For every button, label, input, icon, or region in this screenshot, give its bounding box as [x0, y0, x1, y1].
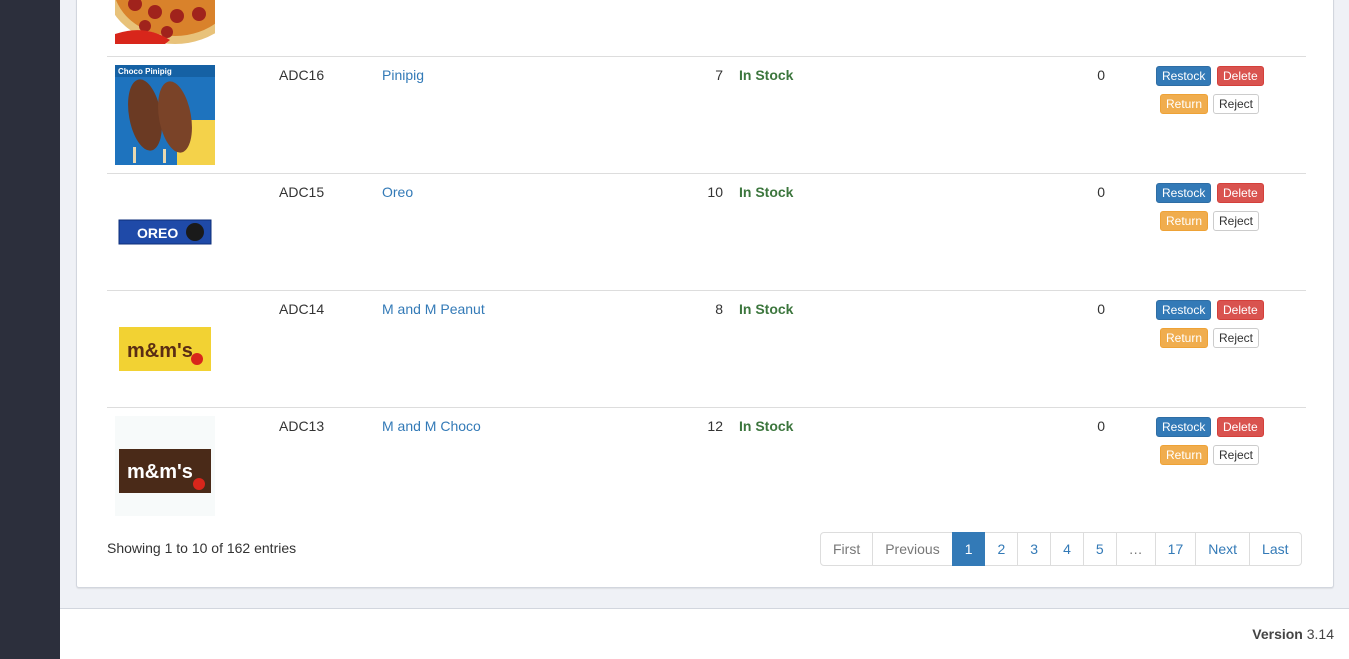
entries-info: Showing 1 to 10 of 162 entries: [107, 540, 297, 556]
count-value: 0: [1097, 184, 1105, 200]
reject-button[interactable]: Reject: [1213, 94, 1260, 114]
delete-button[interactable]: Delete: [1217, 300, 1264, 320]
page-3[interactable]: 3: [1017, 532, 1052, 566]
count-value: 0: [1097, 418, 1105, 434]
restock-button[interactable]: Restock: [1156, 300, 1212, 320]
table-row: m&m's ADC14 M and M Peanut 8 In Stock 0 …: [107, 290, 1306, 408]
page-previous[interactable]: Previous: [872, 532, 953, 566]
version-label: Version: [1252, 626, 1303, 642]
content-area: Choco Pinipig ADC16 Pinipig 7 In Stock 0…: [60, 0, 1349, 608]
delete-button[interactable]: Delete: [1217, 183, 1264, 203]
return-button[interactable]: Return: [1160, 211, 1209, 231]
product-code: ADC13: [279, 418, 325, 434]
product-code: ADC16: [279, 67, 325, 83]
page-5[interactable]: 5: [1082, 532, 1117, 566]
return-button[interactable]: Return: [1160, 328, 1209, 348]
count-value: 0: [1097, 67, 1105, 83]
svg-text:OREO: OREO: [137, 225, 178, 241]
svg-text:m&m's: m&m's: [127, 340, 193, 362]
product-name-link[interactable]: Oreo: [382, 184, 413, 200]
version-text: Version 3.14: [1252, 626, 1334, 642]
page-last[interactable]: Last: [1249, 532, 1302, 566]
quantity: 10: [707, 184, 723, 200]
product-image: OREO: [115, 182, 215, 282]
stock-status: In Stock: [739, 67, 794, 83]
svg-text:m&m's: m&m's: [127, 461, 193, 483]
return-button[interactable]: Return: [1160, 94, 1209, 114]
reject-button[interactable]: Reject: [1213, 445, 1260, 465]
quantity: 7: [715, 67, 723, 83]
delete-button[interactable]: Delete: [1217, 66, 1264, 86]
table-row: [107, 0, 1306, 56]
page-first[interactable]: First: [820, 532, 874, 566]
footer: Version 3.14: [60, 608, 1349, 659]
page-17[interactable]: 17: [1154, 532, 1197, 566]
quantity: 12: [707, 418, 723, 434]
pagination: First Previous 1 2 3 4 5 … 17 Next Last: [820, 532, 1302, 566]
product-name-link[interactable]: M and M Choco: [382, 418, 481, 434]
page-4[interactable]: 4: [1050, 532, 1084, 566]
product-image: Choco Pinipig: [115, 65, 215, 165]
sidebar: [0, 0, 60, 659]
delete-button[interactable]: Delete: [1217, 417, 1264, 437]
restock-button[interactable]: Restock: [1156, 417, 1212, 437]
pizza-thumbnail: [115, 0, 215, 44]
product-name-link[interactable]: Pinipig: [382, 67, 424, 83]
table-row: Choco Pinipig ADC16 Pinipig 7 In Stock 0…: [107, 56, 1306, 174]
page-1[interactable]: 1: [951, 532, 986, 566]
page-next[interactable]: Next: [1195, 532, 1251, 566]
product-code: ADC14: [279, 301, 325, 317]
reject-button[interactable]: Reject: [1213, 211, 1260, 231]
product-image: m&m's: [115, 416, 215, 516]
quantity: 8: [715, 301, 723, 317]
stock-status: In Stock: [739, 184, 794, 200]
restock-button[interactable]: Restock: [1156, 183, 1212, 203]
version-number: 3.14: [1306, 626, 1334, 642]
stock-status: In Stock: [739, 301, 794, 317]
product-code: ADC15: [279, 184, 325, 200]
svg-text:Choco Pinipig: Choco Pinipig: [118, 67, 172, 76]
product-name-link[interactable]: M and M Peanut: [382, 301, 485, 317]
stock-status: In Stock: [739, 418, 794, 434]
table-row: OREO ADC15 Oreo 10 In Stock 0 Restock De…: [107, 173, 1306, 291]
reject-button[interactable]: Reject: [1213, 328, 1260, 348]
restock-button[interactable]: Restock: [1156, 66, 1212, 86]
page-ellipsis: …: [1115, 532, 1156, 566]
products-box: Choco Pinipig ADC16 Pinipig 7 In Stock 0…: [76, 0, 1334, 588]
page-2[interactable]: 2: [984, 532, 1019, 566]
table-row: m&m's ADC13 M and M Choco 12 In Stock 0 …: [107, 407, 1306, 525]
product-image: m&m's: [115, 299, 215, 399]
count-value: 0: [1097, 301, 1105, 317]
return-button[interactable]: Return: [1160, 445, 1209, 465]
